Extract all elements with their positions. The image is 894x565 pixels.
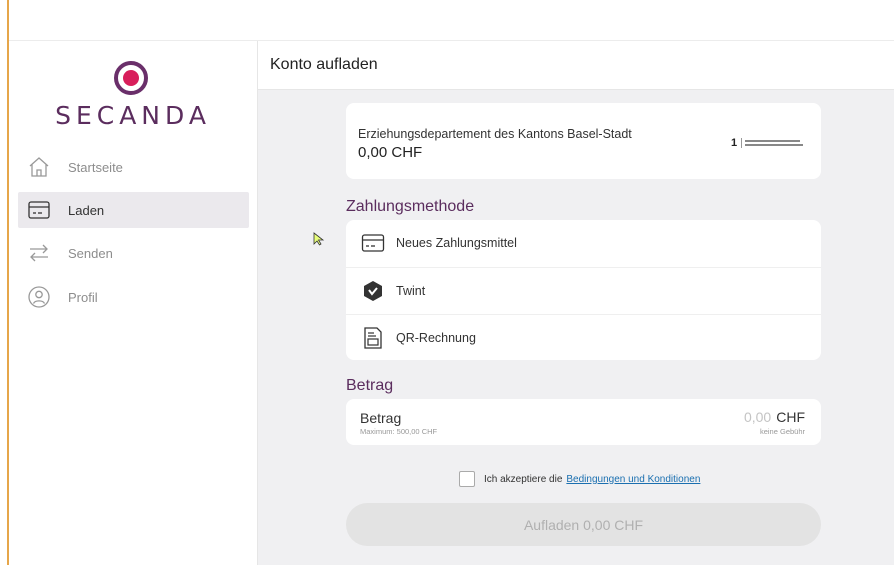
sidebar-item-startseite[interactable]: Startseite [18, 149, 249, 185]
transfer-icon [27, 241, 51, 265]
terms-checkbox[interactable] [459, 471, 475, 487]
profile-icon [27, 285, 51, 309]
payment-method-list: Neues Zahlungsmittel Twint QR-Rechnung [346, 220, 821, 360]
payment-method-new[interactable]: Neues Zahlungsmittel [346, 220, 821, 266]
organization-logo-mark: 1 [731, 137, 738, 149]
secanda-logo-icon [114, 61, 148, 95]
sidebar-item-label: Senden [68, 245, 113, 261]
organization-name: Erziehungsdepartement des Kantons Basel-… [358, 127, 632, 141]
amount-value: 0,00 [743, 409, 772, 425]
main-content: Konto aufladen Erziehungsdepartement des… [258, 41, 894, 565]
submit-button[interactable]: Aufladen 0,00 CHF [346, 503, 821, 546]
terms-row: Ich akzeptiere die Bedingungen und Kondi… [459, 471, 700, 487]
sidebar: SECANDA Startseite Laden Senden Profil [9, 41, 258, 565]
page-header: Konto aufladen [258, 41, 894, 90]
home-icon [27, 155, 51, 179]
amount-fee: keine Gebühr [759, 427, 805, 436]
sidebar-item-senden[interactable]: Senden [18, 235, 249, 271]
payment-method-label: QR-Rechnung [396, 331, 476, 345]
terms-text: Ich akzeptiere die [484, 473, 563, 485]
mouse-cursor-icon [313, 232, 325, 246]
amount-currency: CHF [776, 409, 805, 425]
payment-method-title: Zahlungsmethode [346, 198, 475, 215]
sidebar-item-laden[interactable]: Laden [18, 192, 249, 228]
credit-card-icon [360, 230, 386, 256]
top-bar [9, 0, 894, 41]
sidebar-item-label: Startseite [68, 159, 123, 175]
amount-maximum: Maximum: 500,00 CHF [360, 427, 438, 436]
amount-section-title: Betrag [346, 377, 394, 394]
payment-method-twint[interactable]: Twint [346, 267, 821, 314]
amount-input[interactable]: 0,00 CHF [744, 409, 805, 425]
page-title: Konto aufladen [270, 56, 378, 73]
qr-invoice-icon [360, 325, 386, 351]
payment-method-label: Neues Zahlungsmittel [396, 236, 517, 250]
amount-field[interactable]: Betrag Maximum: 500,00 CHF 0,00 CHF keine… [346, 399, 821, 445]
payment-method-qr[interactable]: QR-Rechnung [346, 314, 821, 361]
organization-logo-text [741, 138, 805, 148]
sidebar-item-profil[interactable]: Profil [18, 279, 249, 315]
brand-name: SECANDA [55, 101, 211, 130]
payment-method-label: Twint [396, 284, 426, 298]
amount-label: Betrag [360, 410, 402, 426]
sidebar-item-label: Profil [68, 289, 98, 305]
account-balance: 0,00 CHF [358, 144, 423, 161]
account-card: Erziehungsdepartement des Kantons Basel-… [346, 103, 821, 179]
sidebar-item-label: Laden [68, 202, 105, 218]
twint-icon [360, 278, 386, 304]
card-icon [27, 198, 51, 222]
terms-link[interactable]: Bedingungen und Konditionen [566, 474, 700, 485]
organization-logo: 1 [731, 136, 807, 150]
